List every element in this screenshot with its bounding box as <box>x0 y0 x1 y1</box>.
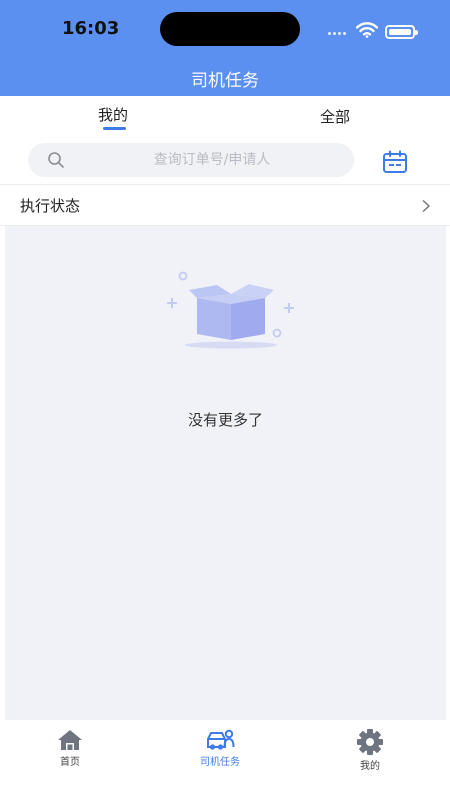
signal-dots-icon <box>328 32 352 36</box>
gear-icon <box>357 729 383 755</box>
tabbar-item-me[interactable]: 我的 <box>330 728 410 772</box>
bottom-tab-bar: 首页 司机任务 我的 <box>0 720 450 800</box>
status-time: 16:03 <box>62 18 120 39</box>
task-list-area: 没有更多了 <box>5 226 446 720</box>
tabbar-label-driver-task: 司机任务 <box>200 757 240 768</box>
status-filter-label: 执行状态 <box>20 197 81 215</box>
chevron-right-icon <box>422 199 431 213</box>
wifi-icon <box>356 22 378 38</box>
empty-state-message: 没有更多了 <box>187 411 263 429</box>
calendar-icon[interactable] <box>382 150 408 174</box>
home-icon <box>58 730 82 750</box>
tabbar-item-driver-task[interactable]: 司机任务 <box>180 728 260 768</box>
empty-box-icon <box>167 271 294 349</box>
battery-icon <box>385 25 418 39</box>
segment-tabs: 我的 全部 <box>0 96 450 136</box>
tab-active-indicator <box>103 127 126 130</box>
search-input[interactable] <box>82 143 342 177</box>
page-title: 司机任务 <box>191 71 259 91</box>
tabbar-item-home[interactable]: 首页 <box>30 728 110 768</box>
status-filter-row[interactable]: 执行状态 <box>0 184 450 226</box>
status-bar: 16:03 <box>0 0 450 56</box>
tabbar-label-home: 首页 <box>60 757 80 768</box>
search-icon <box>48 152 64 168</box>
search-box[interactable] <box>28 143 354 177</box>
tab-mine[interactable]: 我的 <box>98 104 128 125</box>
tabbar-label-me: 我的 <box>360 761 380 772</box>
dynamic-island <box>160 12 300 46</box>
app-header: 16:03 司机任务 <box>0 0 450 96</box>
driver-car-icon <box>207 729 235 750</box>
search-row <box>0 136 450 184</box>
tab-all[interactable]: 全部 <box>320 106 350 127</box>
